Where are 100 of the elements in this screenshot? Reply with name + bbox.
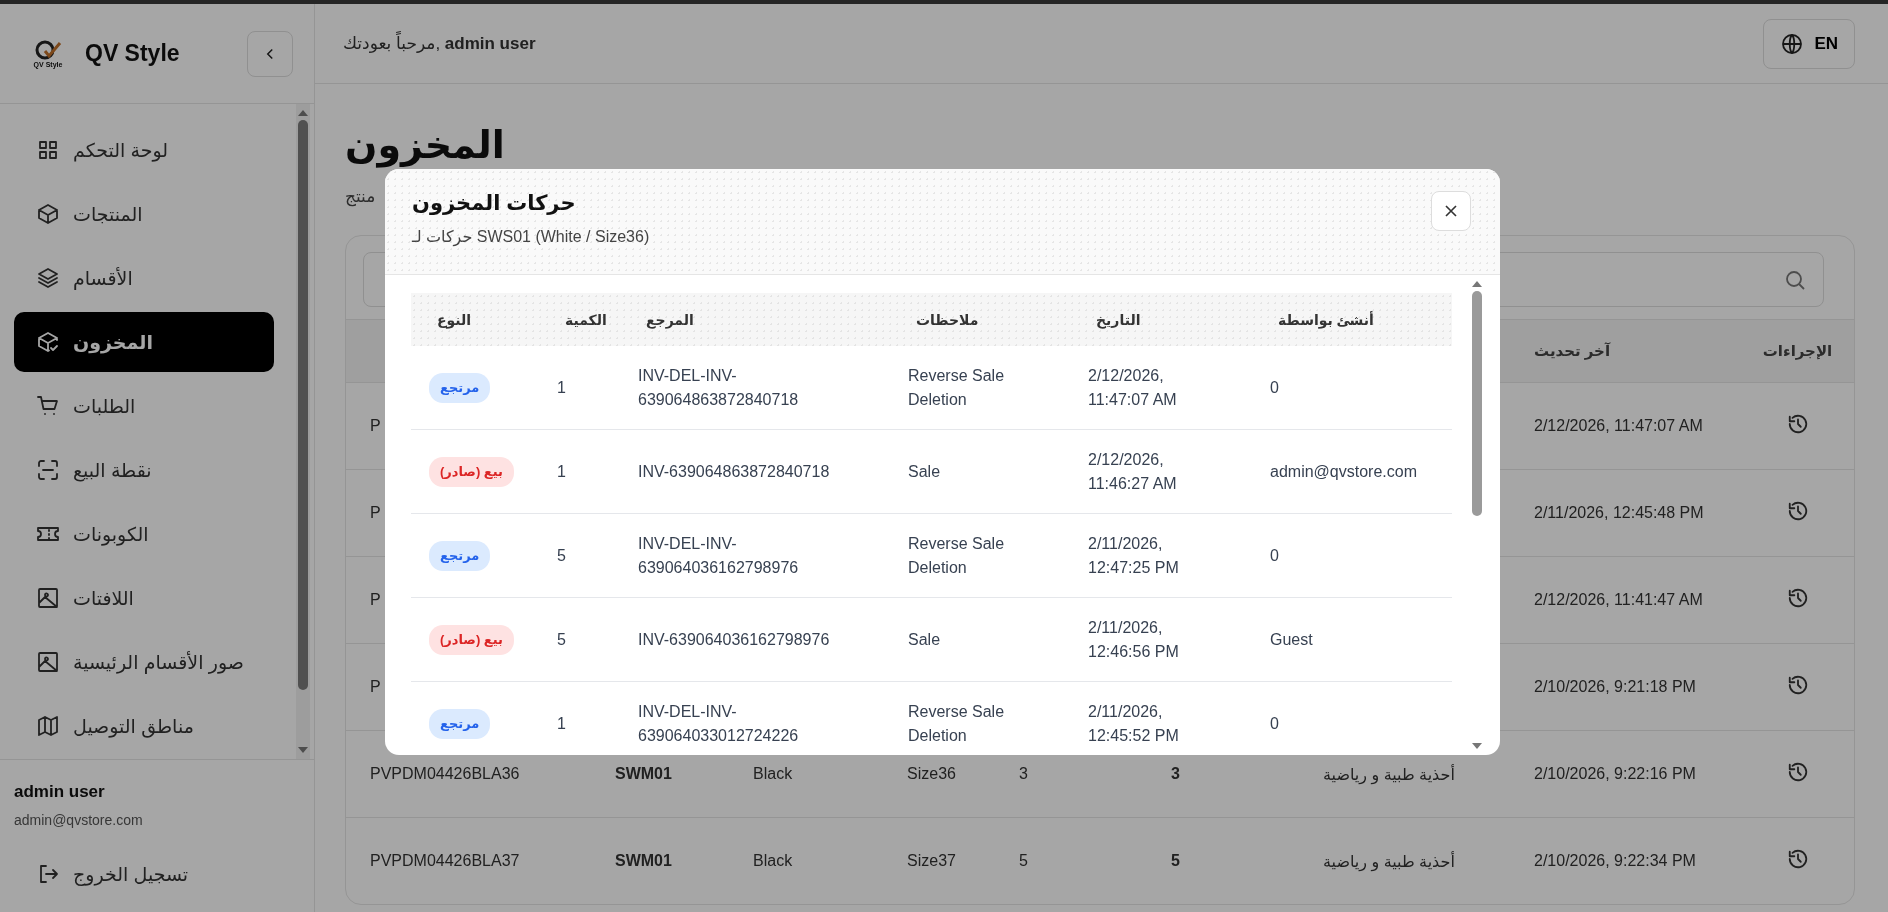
column-header: الإجراءات (1761, 342, 1834, 360)
nav-item[interactable]: مناطق التوصيل (14, 696, 274, 756)
table-cell: 1 (557, 714, 566, 732)
globe-icon (1780, 31, 1805, 56)
page-title: المخزون (345, 123, 506, 168)
nav-item[interactable]: المخزون (14, 312, 274, 372)
nav-item[interactable]: نقطة البيع (14, 440, 274, 500)
table-cell: Black (753, 765, 793, 782)
table-cell-text: Reverse Sale Deletion (908, 533, 1006, 578)
table-cell-text: INV-639064863872840718 (638, 461, 830, 482)
nav-item[interactable]: الأقسام (14, 248, 274, 308)
nav-item[interactable]: الكوبونات (14, 504, 274, 564)
table-cell: 1 (557, 462, 566, 480)
table-cell-text: P (369, 417, 382, 435)
table-cell-text: 2/11/2026, 12:45:52 PM (1088, 701, 1180, 746)
layers-icon (36, 266, 60, 290)
table-cell: admin@qvstore.com (1270, 462, 1417, 480)
table-cell: 0 (1270, 546, 1279, 564)
table-cell-text: P (369, 504, 382, 522)
table-cell-text: Reverse Sale Deletion (908, 701, 1006, 746)
table-cell: SWM01 (615, 765, 672, 782)
table-cell-text: Sale (908, 461, 941, 482)
table-cell-text: PVPDM04426BLA37 (369, 852, 521, 870)
column-header: الكمية (564, 310, 608, 330)
close-button[interactable] (1431, 191, 1471, 231)
table-cell-text: P (369, 591, 382, 609)
table-cell-text: INV-DEL-INV-639064036162798976 (638, 533, 800, 578)
type-badge: بيع (صادر) (429, 624, 514, 655)
table-cell: 5 (557, 630, 566, 648)
column-header: آخر تحديث (1533, 342, 1612, 360)
table-cell: أحذية طبية و رياضية (1323, 765, 1455, 783)
column-header: ملاحظات (915, 310, 980, 330)
history-icon[interactable] (1786, 848, 1809, 870)
scan-icon (36, 458, 60, 482)
table-cell: 1 (557, 378, 566, 396)
nav-item[interactable]: صور الأقسام الرئيسية (14, 632, 274, 692)
history-icon[interactable] (1786, 587, 1809, 609)
table-cell-text: Sale (908, 629, 941, 650)
table-cell: 3 (1019, 765, 1028, 782)
table-cell-text: 2/11/2026, 12:47:25 PM (1088, 533, 1180, 578)
column-header: أنشئ بواسطة (1277, 310, 1375, 331)
table-cell: 2/10/2026, 9:22:16 PM (1534, 765, 1696, 782)
table-cell-text: INV-DEL-INV-639064033012724226 (638, 701, 800, 746)
table-cell: Size36 (907, 765, 956, 782)
table-cell: 0 (1270, 714, 1279, 732)
box-check-icon (36, 330, 60, 354)
user-email: admin@qvstore.com (14, 812, 144, 828)
nav-item[interactable]: اللافتات (14, 568, 274, 628)
table-cell-text: P (369, 678, 382, 696)
type-badge: مرتجع (429, 708, 491, 739)
table-cell: 3 (1171, 765, 1180, 782)
table-cell: 5 (1019, 852, 1028, 869)
type-badge: مرتجع (429, 540, 491, 571)
nav-item[interactable]: لوحة التحكم (14, 120, 274, 180)
column-header: النوع (436, 310, 473, 331)
table-cell-text: INV-DEL-INV-639064863872840718 (638, 365, 800, 410)
type-badge: بيع (صادر) (429, 456, 514, 487)
history-icon[interactable] (1786, 500, 1809, 522)
table-cell: 5 (557, 546, 566, 564)
grid-icon (36, 138, 60, 162)
page-subtitle: منتج (345, 186, 376, 207)
table-cell-text: 2/11/2026, 12:46:56 PM (1088, 617, 1180, 662)
table-cell: 2/12/2026, 11:41:47 AM (1534, 591, 1703, 608)
logo-icon (33, 38, 63, 61)
table-cell: أحذية طبية و رياضية (1323, 852, 1455, 870)
nav-item[interactable]: الطلبات (14, 376, 274, 436)
table-cell: Guest (1270, 630, 1313, 648)
table-cell-text: 2/12/2026, 11:47:07 AM (1088, 365, 1178, 410)
box-icon (36, 202, 60, 226)
logout-button[interactable]: تسجيل الخروج (36, 862, 300, 886)
table-cell-text: PVPDM04426BLA36 (369, 765, 521, 783)
map-icon (36, 714, 60, 738)
brand-name: QV Style (85, 40, 181, 67)
column-header: التاريخ (1095, 310, 1142, 331)
dialog-title: حركات المخزون (412, 191, 577, 215)
table-cell: 5 (1171, 852, 1180, 869)
dialog-subtitle: حركات لـ SWS01 (White / Size36) (412, 227, 650, 246)
history-icon[interactable] (1786, 413, 1809, 435)
table-cell: 2/10/2026, 9:22:34 PM (1534, 852, 1696, 869)
table-cell: 2/11/2026, 12:45:48 PM (1534, 504, 1704, 521)
type-badge: مرتجع (429, 372, 491, 403)
table-cell: 0 (1270, 378, 1279, 396)
image-icon (36, 650, 60, 674)
history-icon[interactable] (1786, 674, 1809, 696)
column-header: المرجع (645, 310, 695, 331)
cart-icon (36, 394, 60, 418)
table-cell: 2/10/2026, 9:21:18 PM (1534, 678, 1696, 695)
table-cell-text: INV-639064036162798976 (638, 629, 830, 650)
table-cell: Size37 (907, 852, 956, 869)
nav-item[interactable]: المنتجات (14, 184, 274, 244)
scrollbar[interactable] (296, 104, 310, 759)
language-button[interactable]: EN (1763, 18, 1855, 69)
user-name: admin user (14, 782, 106, 802)
table-cell-text: 2/12/2026, 11:46:27 AM (1088, 449, 1178, 494)
table-cell-text: Reverse Sale Deletion (908, 365, 1006, 410)
table-cell: SWM01 (615, 852, 672, 869)
table-cell: Black (753, 852, 793, 869)
table-cell: 2/12/2026, 11:47:07 AM (1534, 417, 1703, 434)
image-icon (36, 586, 60, 610)
history-icon[interactable] (1786, 761, 1809, 783)
